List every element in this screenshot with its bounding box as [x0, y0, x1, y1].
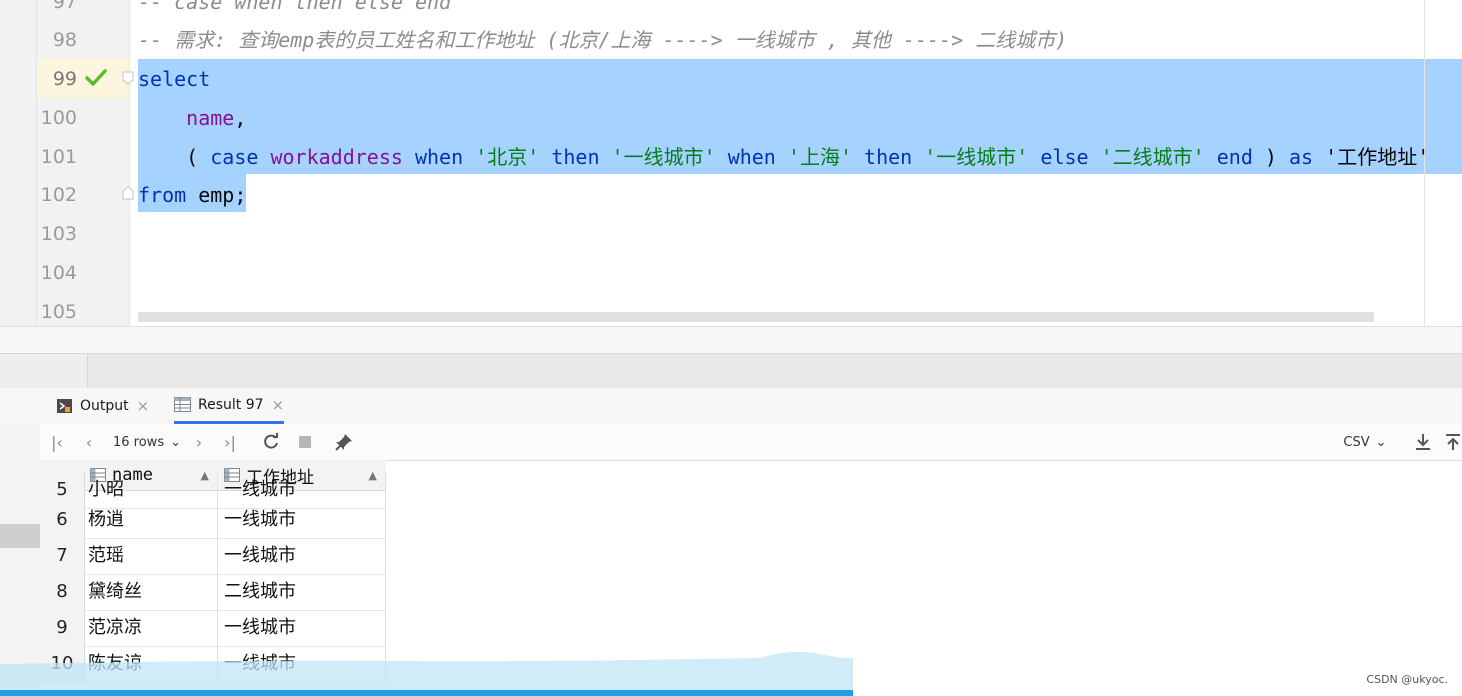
- close-icon[interactable]: ×: [137, 397, 150, 415]
- line-number: 104: [40, 262, 77, 284]
- keyword-when: when: [727, 145, 776, 169]
- cell-name[interactable]: 杨逍: [84, 502, 218, 538]
- string-literal: '上海': [787, 145, 852, 169]
- chevron-down-icon: ⌄: [1375, 434, 1387, 450]
- line-number: 103: [40, 223, 77, 245]
- fold-end-icon[interactable]: [121, 186, 135, 200]
- rows-count: 16 rows: [113, 434, 165, 450]
- format-label: CSV: [1343, 434, 1370, 450]
- table-row[interactable]: 9 范凉凉 一线城市: [40, 610, 386, 647]
- row-number: 6: [40, 502, 85, 538]
- tab-result-label: Result 97: [198, 396, 264, 413]
- cell-name[interactable]: 黛绮丝: [84, 574, 218, 610]
- code-line-102[interactable]: from emp;: [138, 183, 246, 207]
- line-number: 97: [52, 0, 77, 13]
- fold-start-icon[interactable]: [121, 71, 135, 85]
- row-number: 7: [40, 538, 85, 574]
- cell-name[interactable]: 范瑶: [84, 538, 218, 574]
- keyword-from: from: [138, 183, 187, 207]
- keyword-select: select: [138, 67, 211, 91]
- prev-page-icon[interactable]: ‹: [80, 432, 98, 452]
- stop-icon[interactable]: [294, 432, 316, 452]
- field-workaddress: workaddress: [270, 145, 403, 169]
- table-row[interactable]: 7 范瑶 一线城市: [40, 538, 386, 575]
- comma: ,: [234, 106, 247, 130]
- alias-literal: '工作地址': [1325, 145, 1430, 169]
- table-icon: [174, 397, 191, 412]
- code-line-100[interactable]: name,: [138, 106, 246, 130]
- table-row[interactable]: 6 杨逍 一线城市: [40, 502, 386, 539]
- keyword-case: case: [210, 145, 259, 169]
- rows-dropdown[interactable]: 16 rows ⌄: [112, 432, 182, 452]
- line-number: 101: [40, 146, 77, 168]
- checkmark-icon[interactable]: [84, 66, 108, 90]
- keyword-as: as: [1289, 145, 1314, 169]
- cell-name[interactable]: 范凉凉: [84, 610, 218, 646]
- video-progress-overlay: [0, 651, 853, 696]
- code-line-101[interactable]: ( case workaddress when '北京' then '一线城市'…: [138, 145, 1429, 169]
- tab-output-label: Output: [80, 397, 129, 414]
- string-literal: '一线城市': [611, 145, 716, 169]
- keyword-then: then: [864, 145, 913, 169]
- first-page-icon[interactable]: |‹: [48, 432, 66, 452]
- sql-editor[interactable]: 97 98 99 100 101 102 103 104 105 -- case…: [0, 0, 1462, 353]
- paren-close: ): [1252, 145, 1290, 169]
- pin-icon[interactable]: [332, 432, 356, 452]
- table-name: emp;: [186, 183, 247, 207]
- paren-open: (: [138, 145, 211, 169]
- horizontal-scrollbar[interactable]: [138, 312, 1374, 322]
- keyword-end: end: [1216, 145, 1253, 169]
- cell-address[interactable]: 二线城市: [218, 574, 386, 610]
- cell-address[interactable]: 一线城市: [218, 538, 386, 574]
- last-page-icon[interactable]: ›|: [220, 432, 240, 452]
- string-literal: '二线城市': [1100, 145, 1205, 169]
- cell-address[interactable]: 一线城市: [218, 610, 386, 646]
- string-literal: '北京': [475, 145, 540, 169]
- field-name: name: [186, 106, 235, 130]
- line-number: 105: [40, 301, 77, 323]
- tab-result[interactable]: Result 97 ×: [174, 388, 285, 424]
- string-literal: '一线城市': [924, 145, 1029, 169]
- code-line-97[interactable]: -- case when then else end: [138, 0, 451, 14]
- line-number: 102: [40, 184, 77, 206]
- editor-bottom-bar: [0, 326, 1462, 353]
- result-toolbar: |‹ ‹ 16 rows ⌄ › ›| CSV ⌄: [40, 424, 1462, 461]
- keyword-when: when: [414, 145, 464, 169]
- keyword-then: then: [551, 145, 600, 169]
- splitter-left-block: [0, 354, 88, 388]
- row-number: 9: [40, 610, 85, 646]
- panel-splitter[interactable]: [0, 353, 1462, 389]
- row-number: 8: [40, 574, 85, 610]
- console-icon: [56, 398, 73, 414]
- code-line-98[interactable]: -- 需求: 查询emp表的员工姓名和工作地址 (北京/上海 ----> 一线城…: [138, 28, 1067, 52]
- result-tabs: Output × Result 97 ×: [0, 388, 1462, 425]
- table-row[interactable]: 8 黛绮丝 二线城市: [40, 574, 386, 611]
- next-page-icon[interactable]: ›: [190, 432, 208, 452]
- keyword-else: else: [1040, 145, 1089, 169]
- tab-output[interactable]: Output ×: [56, 388, 149, 423]
- line-number: 100: [40, 107, 77, 129]
- chevron-down-icon: ⌄: [170, 434, 181, 450]
- refresh-icon[interactable]: [260, 432, 282, 452]
- download-icon[interactable]: [1412, 432, 1434, 452]
- upload-icon[interactable]: [1444, 432, 1462, 452]
- line-number: 98: [52, 29, 77, 51]
- line-number: 99: [52, 68, 77, 90]
- close-icon[interactable]: ×: [272, 396, 285, 414]
- format-dropdown[interactable]: CSV ⌄: [1340, 432, 1390, 452]
- cell-address[interactable]: 一线城市: [218, 502, 386, 538]
- code-line-99[interactable]: select: [138, 67, 210, 91]
- left-edge-shadow: [0, 524, 40, 548]
- watermark: CSDN @ukyoc.: [1366, 673, 1448, 686]
- editor-left-strip: [0, 0, 37, 353]
